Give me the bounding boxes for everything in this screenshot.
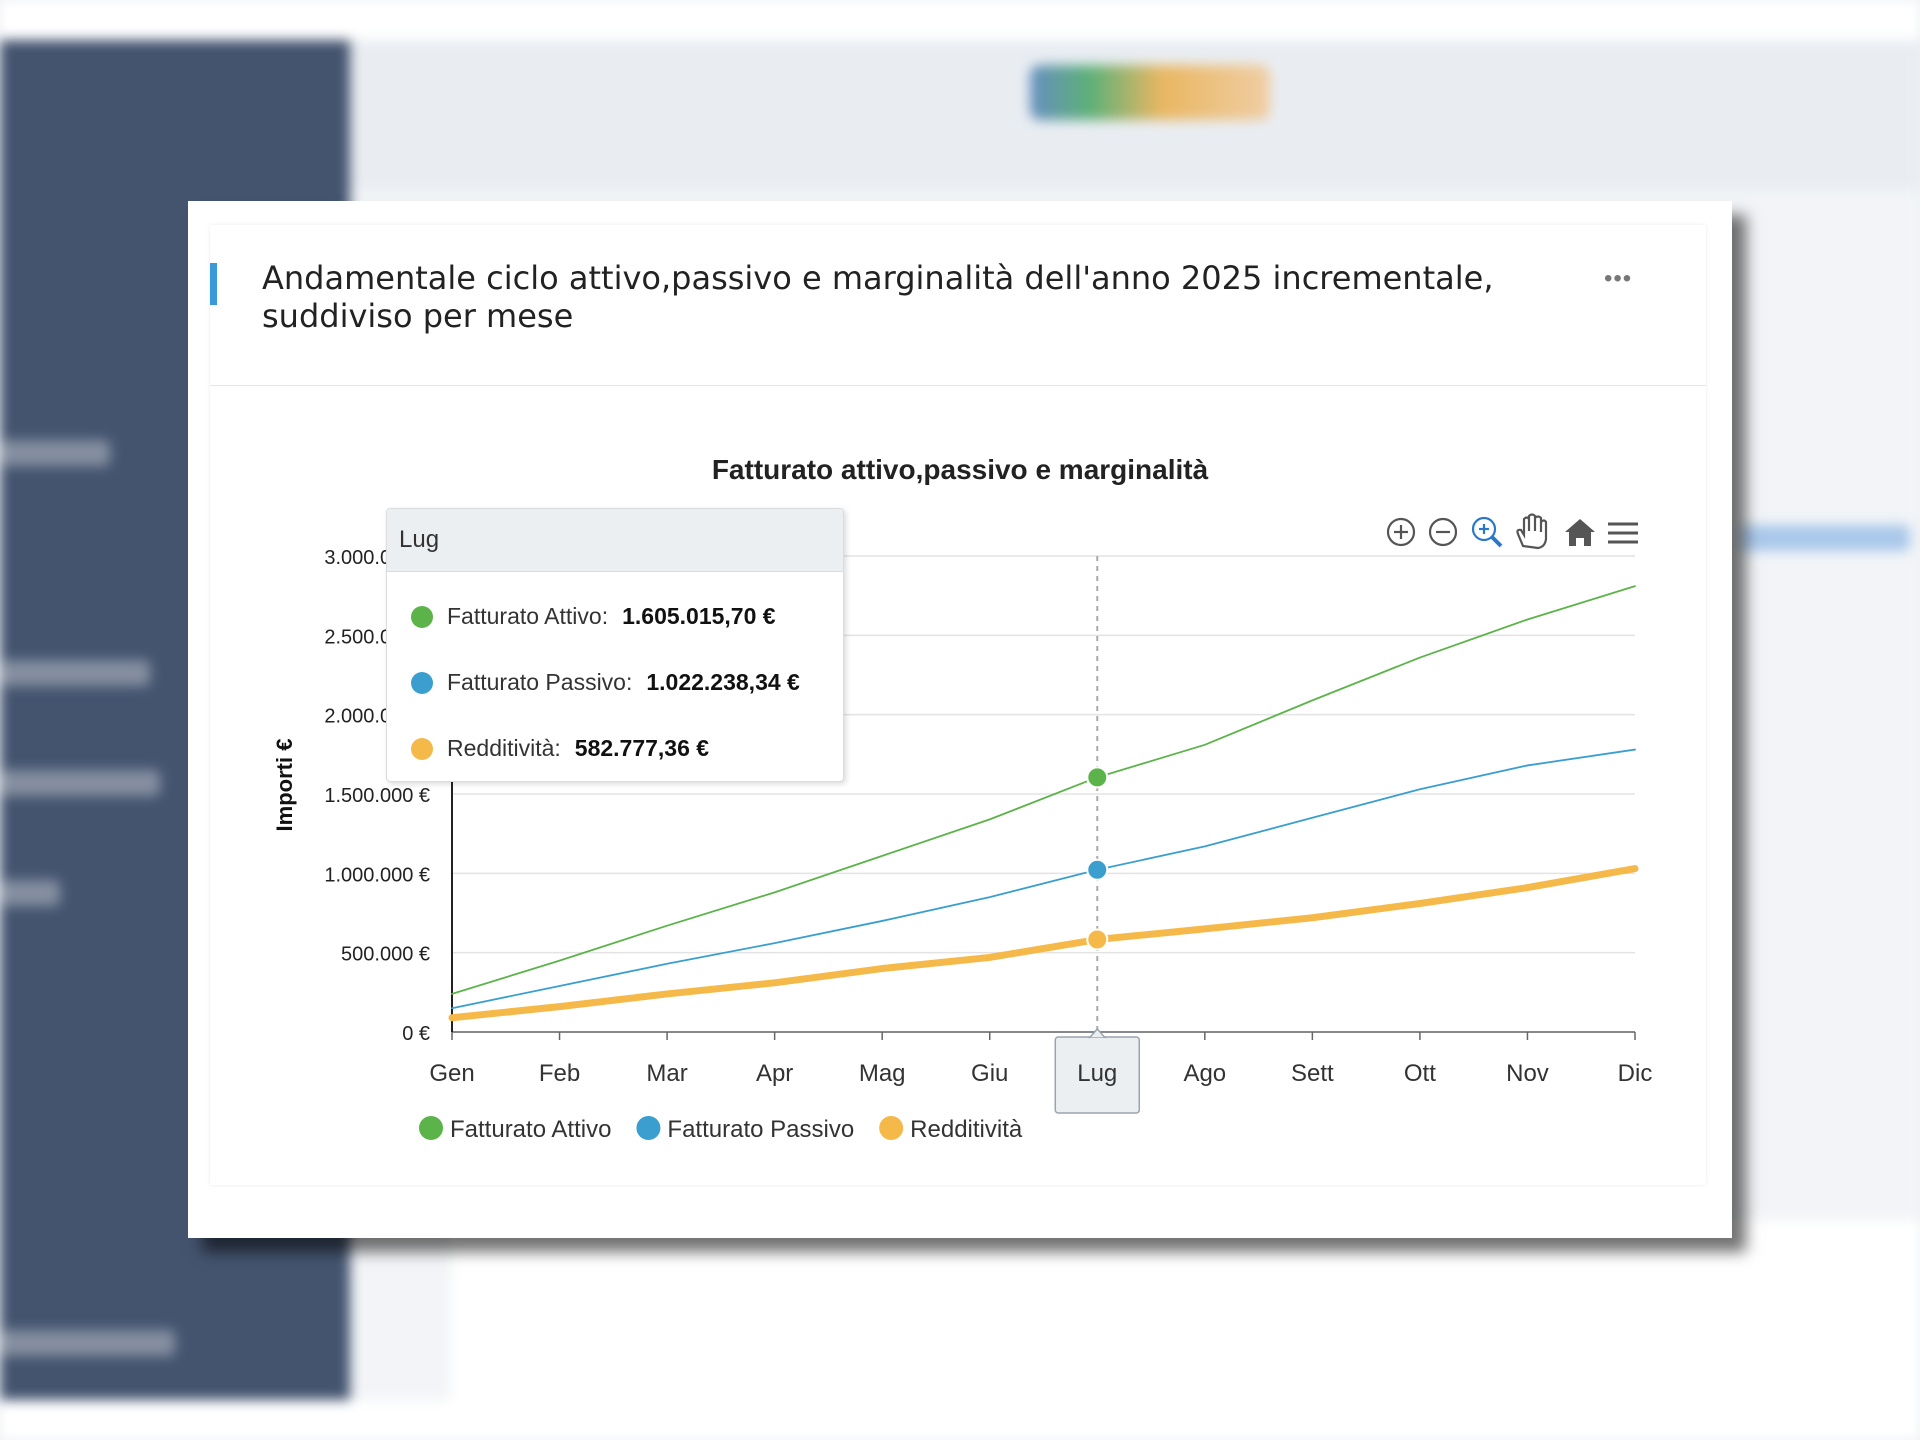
- y-axis-label: Importi €: [272, 739, 297, 832]
- x-tick-label: Ott: [1404, 1060, 1436, 1087]
- home-icon[interactable]: [1565, 519, 1595, 546]
- legend-marker: [879, 1116, 904, 1140]
- y-tick-label: 1.500.000 €: [324, 785, 430, 807]
- hamburger-icon[interactable]: [1608, 522, 1638, 544]
- zoom-in-icon[interactable]: [1386, 517, 1416, 547]
- series-line: [448, 865, 1639, 1022]
- tooltip-label: Redditività:: [447, 735, 561, 761]
- tooltip-dot: [411, 605, 433, 628]
- chart-title: Fatturato attivo,passivo e marginalità: [712, 454, 1209, 485]
- x-tick-label: Feb: [539, 1060, 580, 1087]
- hand-icon[interactable]: [1516, 513, 1548, 550]
- tooltip-row-redditivita: Redditività: 582.777,36 €: [411, 735, 709, 762]
- legend-item[interactable]: Redditività: [879, 1116, 1023, 1143]
- legend-item[interactable]: Fatturato Attivo: [419, 1116, 611, 1143]
- x-tick-label: Giu: [971, 1060, 1008, 1087]
- tooltip-dot: [411, 737, 433, 760]
- x-tick-label: Gen: [429, 1060, 474, 1087]
- series-line: [451, 748, 1636, 1010]
- tooltip-label: Fatturato Attivo:: [447, 603, 609, 629]
- x-tick-label: Lug: [1077, 1060, 1117, 1087]
- zoom-out-icon[interactable]: [1428, 517, 1458, 547]
- chart-toolbar: [1386, 513, 1638, 550]
- legend-label: Fatturato Attivo: [450, 1116, 611, 1143]
- legend-label: Redditività: [910, 1116, 1023, 1143]
- line-chart[interactable]: Fatturato attivo,passivo e marginalità 0…: [0, 0, 1920, 1440]
- legend-marker: [636, 1116, 661, 1140]
- tooltip-value: 1.022.238,34 €: [646, 669, 800, 695]
- x-tick-label: Nov: [1506, 1060, 1549, 1087]
- tooltip-value: 582.777,36 €: [574, 735, 710, 761]
- x-label-arrow: [1087, 1027, 1107, 1039]
- tooltip-label: Fatturato Passivo:: [447, 669, 633, 695]
- highlight-point[interactable]: [1086, 928, 1109, 951]
- x-axis-tick-labels: Gen Feb Mar Apr Mag Giu Lug Ago Sett Ott Nov Dic: [429, 1027, 1653, 1114]
- legend-item[interactable]: Fatturato Passivo: [636, 1116, 854, 1143]
- tooltip-value: 1.605.015,70 €: [622, 603, 776, 629]
- y-tick-label: 0 €: [402, 1023, 430, 1045]
- x-tick-label: Mar: [646, 1060, 687, 1087]
- tooltip-row-passivo: Fatturato Passivo: 1.022.238,34 €: [411, 669, 800, 696]
- x-tick-label: Apr: [756, 1060, 793, 1087]
- chart-legend[interactable]: Fatturato Attivo Fatturato Passivo Redditi…: [419, 1116, 1023, 1143]
- x-label-arrow-mask: [1088, 1038, 1107, 1041]
- tooltip-row-attivo: Fatturato Attivo: 1.605.015,70 €: [411, 603, 776, 630]
- tooltip-category: Lug: [387, 509, 843, 572]
- chart-tooltip: Lug Fatturato Attivo: 1.605.015,70 € Fat…: [386, 508, 844, 782]
- legend-label: Fatturato Passivo: [667, 1116, 854, 1143]
- magnifier-icon[interactable]: [1471, 516, 1503, 548]
- x-tick-label: Dic: [1618, 1060, 1653, 1087]
- tooltip-dot: [411, 671, 433, 694]
- y-tick-label: 500.000 €: [341, 944, 430, 966]
- highlight-point[interactable]: [1086, 766, 1109, 789]
- x-tick-label: Sett: [1291, 1060, 1334, 1087]
- highlight-point[interactable]: [1086, 858, 1109, 881]
- y-tick-label: 1.000.000 €: [324, 864, 430, 886]
- legend-marker: [419, 1116, 443, 1140]
- x-tick-label: Mag: [859, 1060, 906, 1087]
- x-tick-label: Ago: [1183, 1060, 1226, 1087]
